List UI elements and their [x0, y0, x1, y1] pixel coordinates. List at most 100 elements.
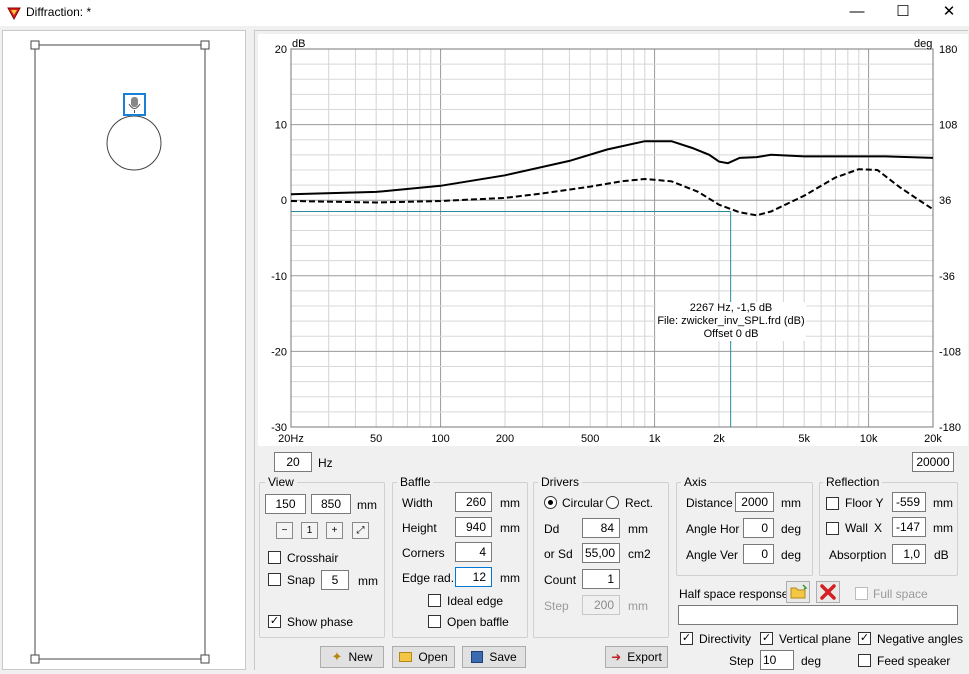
half-space-file-input[interactable]: [678, 605, 958, 625]
distance-label: Distance: [686, 496, 733, 510]
snap-label: Snap: [287, 573, 316, 587]
corners-input[interactable]: 4: [455, 542, 492, 562]
angle-hor-input[interactable]: 0: [743, 518, 774, 538]
response-plot[interactable]: 20 180 10 108 0 36 -10 -36 -20 -108 -30 -180 20Hz 50 1…: [258, 34, 968, 446]
baffle-view[interactable]: [2, 30, 246, 670]
crosshair-label: Crosshair: [287, 551, 339, 565]
resize-handle[interactable]: [200, 654, 210, 664]
circular-radio[interactable]: [544, 496, 557, 509]
distance-unit: mm: [781, 496, 801, 510]
zoom-out-icon[interactable]: −: [276, 522, 293, 539]
title-bar: Diffraction: * — ☐ ✕: [0, 0, 969, 26]
count-input[interactable]: 1: [582, 569, 620, 589]
width-input[interactable]: 260: [455, 492, 492, 512]
open-baffle-checkbox[interactable]: [428, 615, 441, 628]
width-unit: mm: [500, 496, 520, 510]
height-input[interactable]: 940: [455, 517, 492, 537]
red-x-icon: [820, 584, 836, 600]
edge-radius-unit: mm: [500, 571, 520, 585]
phase-curve: [290, 168, 934, 217]
y-tick-label: 20: [275, 44, 287, 56]
floor-checkbox[interactable]: [826, 497, 839, 510]
y2-tick-label: -108: [939, 346, 961, 358]
resize-handle[interactable]: [30, 40, 40, 50]
x-tick-label: 20k: [924, 433, 942, 445]
minimize-button[interactable]: —: [834, 0, 880, 26]
export-button[interactable]: ➜ Export: [605, 646, 668, 668]
y2-tick-label: -36: [939, 271, 955, 283]
view-height-input[interactable]: 850: [311, 494, 351, 514]
x-tick-label: 10k: [860, 433, 878, 445]
wall-axis-label: X: [874, 521, 883, 535]
close-button[interactable]: ✕: [926, 0, 969, 26]
show-phase-checkbox[interactable]: ✓: [268, 615, 281, 628]
plot-svg: 20 18010 1080 36-10 -36-20 -108-30 -18020Hz 50 1…: [271, 44, 961, 445]
y-tick-label: 10: [275, 120, 287, 132]
feed-speaker-checkbox[interactable]: [858, 654, 871, 667]
feed-speaker-label: Feed speaker: [877, 654, 951, 668]
snap-checkbox[interactable]: [268, 573, 281, 586]
clear-half-space-button[interactable]: [816, 581, 840, 603]
microphone-icon[interactable]: [123, 93, 146, 116]
vertical-plane-checkbox[interactable]: ✓: [760, 632, 773, 645]
angle-step-input[interactable]: 10: [760, 650, 794, 670]
x-tick-label: 2k: [713, 433, 725, 445]
freq-min-unit: Hz: [318, 456, 333, 470]
save-button-label: Save: [489, 650, 517, 664]
half-space-label: Half space response: [679, 587, 789, 601]
freq-min-input[interactable]: 20: [274, 452, 312, 472]
new-button[interactable]: ✦ New: [320, 646, 384, 668]
x-tick-label: 500: [581, 433, 599, 445]
y2-tick-label: 180: [939, 44, 957, 56]
dd-input[interactable]: 84: [582, 518, 620, 538]
y-tick-label: -10: [271, 271, 287, 283]
dd-label: Dd: [544, 522, 560, 536]
app-icon: [7, 7, 21, 21]
rect-radio[interactable]: [606, 496, 619, 509]
ideal-edge-checkbox[interactable]: [428, 594, 441, 607]
sd-input[interactable]: 55,00: [582, 543, 620, 563]
resize-handle[interactable]: [30, 654, 40, 664]
x-tick-label: 100: [431, 433, 449, 445]
show-phase-label: Show phase: [287, 615, 354, 629]
zoom-reset-icon[interactable]: 1: [301, 522, 318, 539]
open-button[interactable]: Open: [392, 646, 455, 668]
x-tick-label: 1k: [649, 433, 661, 445]
crosshair-checkbox[interactable]: [268, 551, 281, 564]
ideal-edge-label: Ideal edge: [447, 594, 504, 608]
resize-handle[interactable]: [200, 40, 210, 50]
edge-radius-input[interactable]: 12: [455, 567, 492, 587]
zoom-fit-icon[interactable]: ⤢: [352, 522, 369, 539]
wall-input[interactable]: -147: [892, 517, 926, 537]
distance-input[interactable]: 2000: [735, 492, 774, 512]
driver-step-label: Step: [544, 599, 569, 613]
absorption-input[interactable]: 1,0: [892, 544, 926, 564]
zoom-in-icon[interactable]: +: [326, 522, 343, 539]
angle-ver-input[interactable]: 0: [743, 544, 774, 564]
y-tick-label: -20: [271, 346, 287, 358]
wall-label: Wall: [845, 521, 868, 535]
wall-checkbox[interactable]: [826, 522, 839, 535]
floppy-disk-icon: [471, 651, 484, 663]
new-button-label: New: [348, 650, 373, 664]
plot-frame: [290, 48, 934, 428]
freq-max-input[interactable]: 20000: [912, 452, 954, 472]
x-tick-label: 200: [496, 433, 514, 445]
open-folder-button[interactable]: [786, 581, 810, 603]
snap-input[interactable]: 5: [321, 570, 349, 590]
axis-legend: Axis: [681, 475, 710, 489]
directivity-checkbox[interactable]: ✓: [680, 632, 693, 645]
save-button[interactable]: Save: [462, 646, 526, 668]
maximize-button[interactable]: ☐: [880, 0, 926, 26]
magic-wand-icon: ✦: [331, 649, 343, 664]
tooltip-line: Offset 0 dB: [703, 328, 759, 340]
floor-input[interactable]: -559: [892, 492, 926, 512]
driver-circle[interactable]: [106, 115, 162, 171]
reflection-legend: Reflection: [823, 475, 883, 489]
open-button-label: Open: [418, 650, 448, 664]
view-width-input[interactable]: 150: [265, 494, 306, 514]
negative-angles-checkbox[interactable]: ✓: [858, 632, 871, 645]
window-title: Diffraction: *: [26, 5, 92, 19]
open-baffle-label: Open baffle: [447, 615, 509, 629]
floor-unit: mm: [933, 496, 953, 510]
